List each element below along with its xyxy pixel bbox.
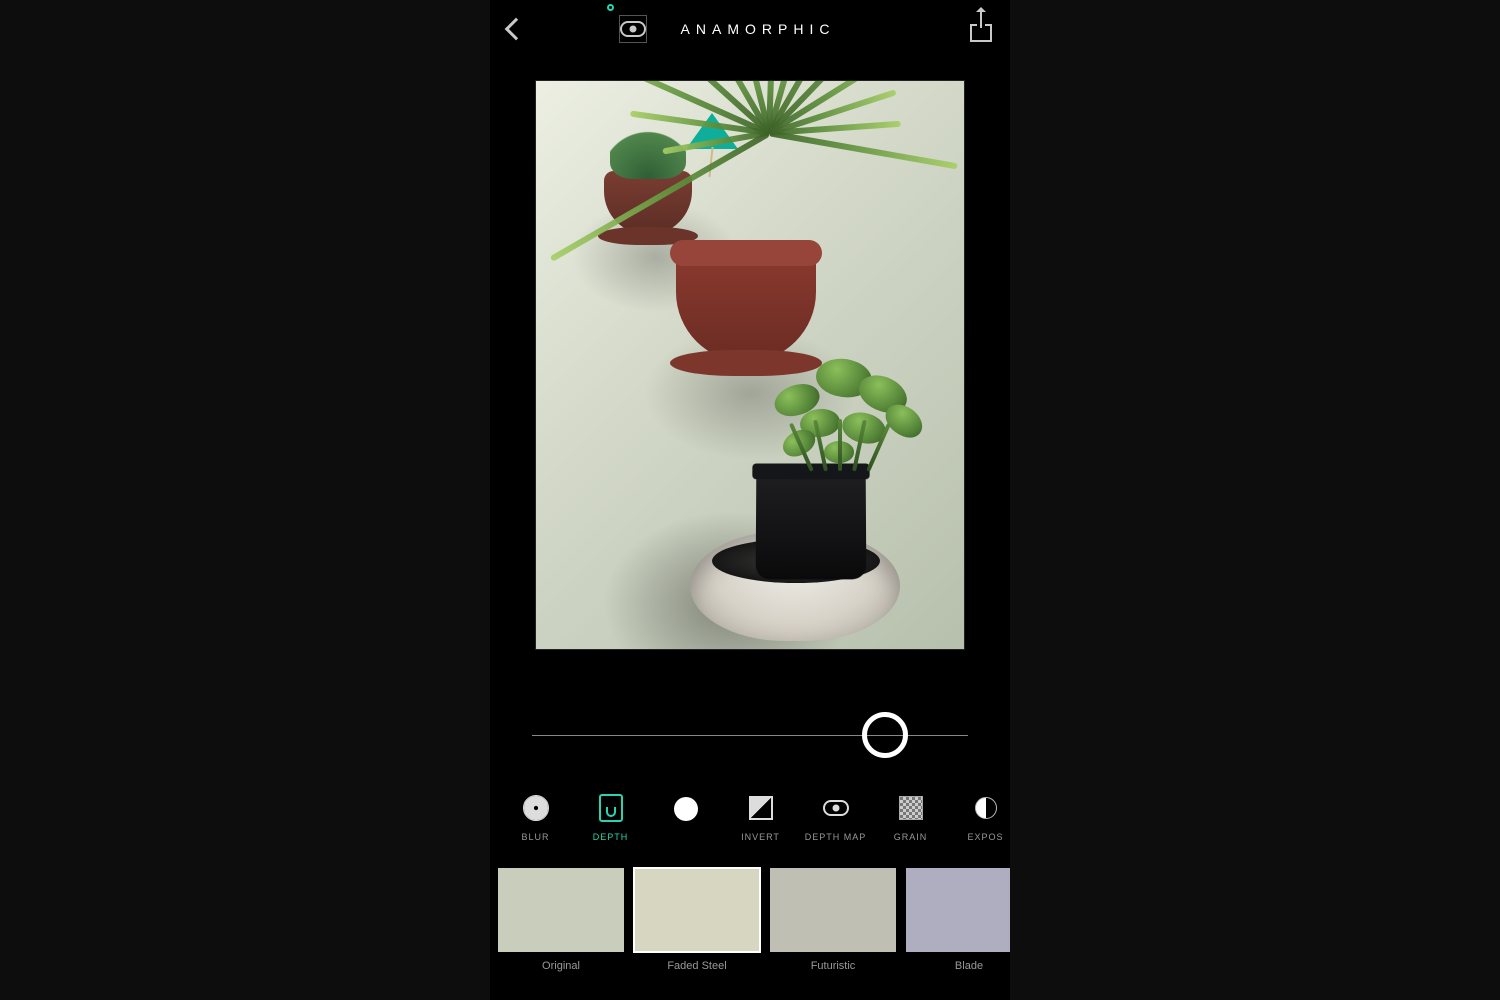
tool-invert[interactable]: INVERT bbox=[723, 794, 798, 842]
slider-handle[interactable] bbox=[862, 712, 908, 758]
depth-icon bbox=[599, 794, 623, 822]
share-button[interactable] bbox=[970, 16, 992, 42]
photo-preview[interactable] bbox=[535, 80, 965, 650]
tool-row: BLUR DEPTH INVERT DEPTH MAP GRAIN EXPOS bbox=[490, 794, 1010, 842]
filter-label: Blade bbox=[955, 960, 983, 972]
app-frame: ANAMORPHIC bbox=[490, 0, 1010, 1000]
eye-icon bbox=[620, 21, 646, 37]
exposure-icon bbox=[975, 797, 997, 819]
aperture-icon bbox=[523, 795, 549, 821]
preview-toggle-button[interactable] bbox=[619, 15, 647, 43]
tool-depthmap[interactable]: DEPTH MAP bbox=[798, 794, 873, 842]
tool-blur[interactable]: BLUR bbox=[498, 794, 573, 842]
filter-strip[interactable]: Original Faded Steel bbox=[490, 842, 1010, 972]
tool-grain[interactable]: GRAIN bbox=[873, 794, 948, 842]
tool-label: EXPOS bbox=[967, 832, 1003, 842]
dot-icon bbox=[674, 795, 698, 821]
invert-icon bbox=[749, 796, 773, 820]
tool-label: GRAIN bbox=[894, 832, 928, 842]
grain-icon bbox=[899, 796, 923, 820]
filter-original[interactable]: Original bbox=[498, 868, 624, 972]
filter-blade[interactable]: Blade bbox=[906, 868, 1010, 972]
top-bar: ANAMORPHIC bbox=[490, 0, 1010, 58]
tool-label: DEPTH bbox=[593, 832, 629, 842]
filter-label: Faded Steel bbox=[667, 960, 726, 972]
canvas: ANAMORPHIC bbox=[0, 0, 1500, 1000]
filter-thumbnail bbox=[906, 868, 1010, 952]
tool-label: BLUR bbox=[521, 832, 549, 842]
tool-center[interactable] bbox=[648, 794, 723, 832]
top-bar-center: ANAMORPHIC bbox=[619, 15, 836, 43]
filter-thumbnail bbox=[634, 868, 760, 952]
eye-icon bbox=[823, 800, 849, 816]
tool-depth[interactable]: DEPTH bbox=[573, 794, 648, 842]
tool-label: DEPTH MAP bbox=[805, 832, 867, 842]
tool-label: INVERT bbox=[741, 832, 780, 842]
filter-faded-steel[interactable]: Faded Steel bbox=[634, 868, 760, 972]
chevron-left-icon bbox=[505, 18, 528, 41]
filter-label: Futuristic bbox=[811, 960, 856, 972]
preview-area bbox=[490, 58, 1010, 658]
tool-exposure[interactable]: EXPOS bbox=[948, 794, 1010, 842]
filter-thumbnail bbox=[770, 868, 896, 952]
preview-object bbox=[676, 246, 816, 362]
filter-futuristic[interactable]: Futuristic bbox=[770, 868, 896, 972]
share-icon bbox=[970, 16, 992, 42]
app-title: ANAMORPHIC bbox=[681, 21, 836, 37]
back-button[interactable] bbox=[508, 21, 524, 37]
filter-label: Original bbox=[542, 960, 580, 972]
adjustment-slider[interactable] bbox=[532, 706, 968, 766]
filter-thumbnail bbox=[498, 868, 624, 952]
